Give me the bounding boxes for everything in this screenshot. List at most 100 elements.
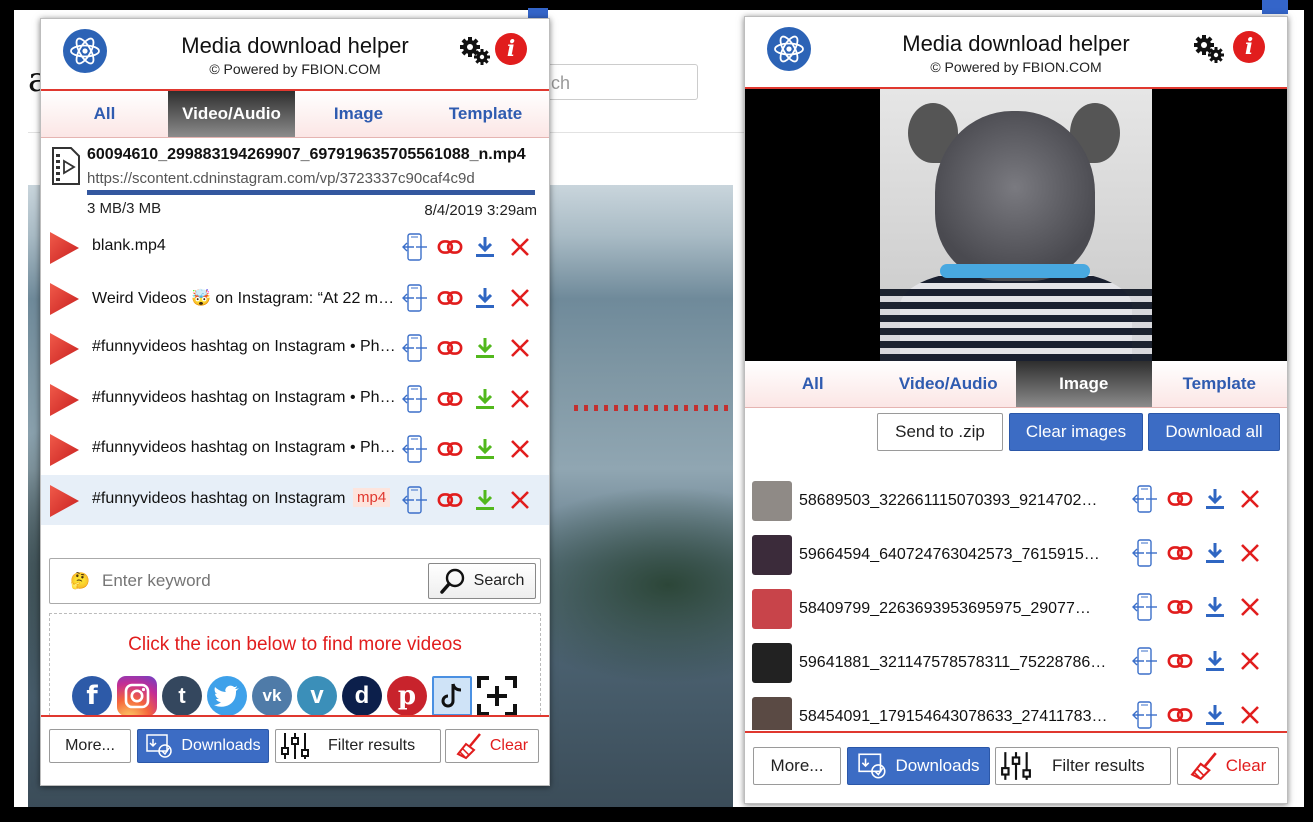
play-video-icon[interactable] [47,331,81,367]
media-row[interactable]: Weird Videos 🤯 on Instagram: “At 22 m… [41,273,549,324]
download-icon[interactable] [1202,594,1228,620]
play-video-icon[interactable] [47,382,81,418]
search-input[interactable] [100,567,424,595]
pinterest-icon[interactable]: p [387,676,427,716]
image-row[interactable]: 58689503_322661115070393_9214702… [745,474,1287,528]
copy-link-icon[interactable] [437,487,463,513]
clear-button[interactable]: Clear [445,729,539,763]
media-row[interactable]: blank.mp4 [41,222,549,273]
search-button[interactable]: Search [428,563,536,599]
send-to-phone-icon[interactable] [402,283,428,312]
download-icon[interactable] [472,335,498,361]
gear-icon[interactable] [459,35,491,67]
download-icon[interactable] [1202,648,1228,674]
vk-icon[interactable]: vk [252,676,292,716]
image-thumbnail[interactable] [752,589,792,629]
dailymotion-icon[interactable]: d [342,676,382,716]
copy-link-icon[interactable] [437,335,463,361]
more-button[interactable]: More... [49,729,131,763]
more-button[interactable]: More... [753,747,841,785]
play-video-icon[interactable] [47,230,81,266]
tab-template[interactable]: Template [422,91,549,137]
remove-icon[interactable] [507,436,533,462]
facebook-icon[interactable]: f [72,676,112,716]
tab-template[interactable]: Template [1152,361,1288,407]
send-to-phone-icon[interactable] [402,435,428,463]
twitter-icon[interactable] [207,676,247,716]
download-all-button[interactable]: Download all [1148,413,1280,451]
tab-video-audio[interactable]: Video/Audio [881,361,1017,407]
info-icon[interactable]: i [1233,31,1265,63]
send-to-phone-icon[interactable] [402,334,428,362]
download-icon[interactable] [472,386,498,412]
image-preview[interactable] [745,89,1287,361]
tab-all[interactable]: All [41,91,168,137]
remove-icon[interactable] [1237,702,1263,728]
image-thumbnail[interactable] [752,643,792,683]
remove-icon[interactable] [507,285,533,311]
current-file-url[interactable]: https://scontent.cdninstagram.com/vp/372… [87,170,535,187]
send-to-phone-icon[interactable] [1132,701,1158,729]
copy-link-icon[interactable] [1167,594,1193,620]
copy-link-icon[interactable] [1167,540,1193,566]
media-row[interactable]: #funnyvideos hashtag on Instagram • Ph… [41,323,549,374]
download-icon[interactable] [472,285,498,311]
download-icon[interactable] [1202,486,1228,512]
tab-image[interactable]: Image [1016,361,1152,407]
gear-icon[interactable] [1193,33,1225,65]
background-search-field[interactable]: ch [530,64,698,100]
remove-icon[interactable] [507,234,533,260]
clear-button[interactable]: Clear [1177,747,1279,785]
copy-link-icon[interactable] [1167,702,1193,728]
image-row[interactable]: 58409799_2263693953695975_29077… [745,582,1287,636]
image-thumbnail[interactable] [752,535,792,575]
tiktok-icon[interactable] [432,676,472,716]
image-row[interactable]: 58454091_179154643078633_27411783… [745,690,1287,730]
copy-link-icon[interactable] [1167,648,1193,674]
vimeo-icon[interactable]: v [297,676,337,716]
downloads-button[interactable]: Downloads [137,729,269,763]
remove-icon[interactable] [1237,594,1263,620]
media-row[interactable]: #funnyvideos hashtag on Instagram • Ph… [41,424,549,475]
download-icon[interactable] [472,487,498,513]
send-to-phone-icon[interactable] [1132,485,1158,513]
tab-video-audio[interactable]: Video/Audio [168,91,295,137]
download-icon[interactable] [1202,540,1228,566]
copy-link-icon[interactable] [437,386,463,412]
send-to-phone-icon[interactable] [1132,647,1158,675]
download-icon[interactable] [472,436,498,462]
send-to-zip-button[interactable]: Send to .zip [877,413,1003,451]
download-icon[interactable] [472,234,498,260]
remove-icon[interactable] [1237,540,1263,566]
tumblr-icon[interactable]: t [162,676,202,716]
image-thumbnail[interactable] [752,697,792,730]
remove-icon[interactable] [507,386,533,412]
image-row[interactable]: 59641881_321147578578311_75228786… [745,636,1287,690]
send-to-phone-icon[interactable] [402,384,428,413]
tab-image[interactable]: Image [295,91,422,137]
media-row[interactable]: #funnyvideos hashtag on Instagram • Ph… [41,374,549,425]
filter-results-button[interactable]: Filter results [995,747,1171,785]
filter-results-button[interactable]: Filter results [275,729,441,763]
image-row[interactable]: 59664594_640724763042573_7615915… [745,528,1287,582]
tab-all[interactable]: All [745,361,881,407]
play-video-icon[interactable] [47,483,81,519]
download-icon[interactable] [1202,702,1228,728]
downloads-button[interactable]: Downloads [847,747,990,785]
copy-link-icon[interactable] [437,285,463,311]
play-video-icon[interactable] [47,281,81,317]
play-video-icon[interactable] [47,432,81,468]
instagram-icon[interactable] [117,676,157,716]
copy-link-icon[interactable] [1167,486,1193,512]
remove-icon[interactable] [1237,486,1263,512]
remove-icon[interactable] [507,335,533,361]
clear-images-button[interactable]: Clear images [1009,413,1143,451]
send-to-phone-icon[interactable] [1132,593,1158,621]
send-to-phone-icon[interactable] [402,485,428,514]
add-site-icon[interactable] [477,676,517,716]
image-thumbnail[interactable] [752,481,792,521]
media-row[interactable]: #funnyvideos hashtag on Instagram mp4 [41,474,549,525]
current-download-item[interactable]: 60094610_299883194269907_697919635705561… [41,138,549,222]
send-to-phone-icon[interactable] [402,233,428,261]
copy-link-icon[interactable] [437,234,463,260]
